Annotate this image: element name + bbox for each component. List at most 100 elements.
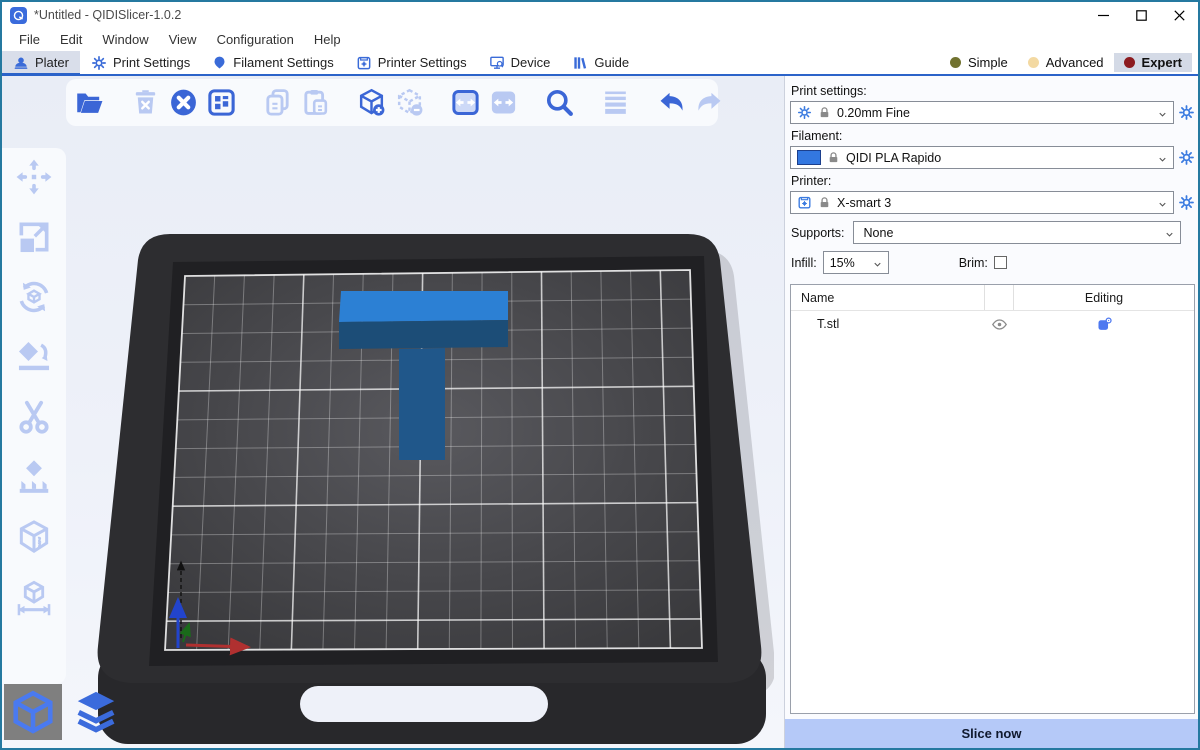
app-window: *Untitled - QIDISlicer-1.0.2 File Edit W… [0, 0, 1200, 750]
object-list: Name Editing T.stl [790, 284, 1195, 714]
brim-checkbox[interactable] [994, 256, 1007, 269]
seam-painting-button[interactable] [15, 518, 53, 556]
title-bar: *Untitled - QIDISlicer-1.0.2 [2, 2, 1198, 28]
3d-editor-view-button[interactable] [4, 684, 62, 740]
print-settings-value: 0.20mm Fine [837, 106, 910, 120]
preview-view-button[interactable] [67, 684, 125, 740]
close-button[interactable] [1160, 3, 1198, 27]
print-settings-gear-button[interactable] [1178, 104, 1195, 121]
filament-gear-button[interactable] [1178, 149, 1195, 166]
supports-combobox[interactable]: None [853, 221, 1181, 244]
tab-label: Printer Settings [378, 55, 467, 70]
tab-label: Device [511, 55, 551, 70]
move-button[interactable] [15, 158, 53, 196]
menu-bar: File Edit Window View Configuration Help [2, 28, 1198, 51]
simple-dot-icon [950, 57, 961, 68]
rotate-button[interactable] [15, 278, 53, 316]
printer-label: Printer: [791, 174, 1195, 188]
menu-window[interactable]: Window [93, 30, 157, 49]
right-panel: Print settings: 0.20mm Fine Filament: [784, 76, 1198, 748]
tab-print-settings[interactable]: Print Settings [80, 51, 201, 74]
tab-device[interactable]: Device [478, 51, 562, 74]
chevron-down-icon [1164, 229, 1175, 240]
add-instance-button[interactable] [356, 87, 387, 118]
tab-printer-settings[interactable]: Printer Settings [345, 51, 478, 74]
minimize-button[interactable] [1084, 3, 1122, 27]
object-name: T.stl [791, 317, 984, 331]
print-bed-scene [90, 228, 774, 746]
tab-plater[interactable]: Plater [2, 51, 80, 74]
app-logo-icon [10, 7, 27, 24]
3d-viewport[interactable] [2, 76, 784, 748]
delete-all-button[interactable] [168, 87, 199, 118]
menu-help[interactable]: Help [305, 30, 350, 49]
printer-icon [797, 195, 812, 210]
variable-layer-height-button[interactable] [600, 87, 631, 118]
brim-label: Brim: [959, 256, 988, 270]
tab-label: Guide [594, 55, 629, 70]
supports-value: None [860, 226, 894, 240]
search-button[interactable] [544, 87, 575, 118]
mode-expert[interactable]: Expert [1114, 53, 1192, 72]
tab-label: Filament Settings [233, 55, 333, 70]
cut-button[interactable] [15, 398, 53, 436]
place-on-face-button[interactable] [15, 338, 53, 376]
mode-advanced[interactable]: Advanced [1018, 53, 1114, 72]
print-settings-combobox[interactable]: 0.20mm Fine [790, 101, 1174, 124]
menu-edit[interactable]: Edit [51, 30, 91, 49]
arrange-button[interactable] [206, 87, 237, 118]
paste-button[interactable] [300, 87, 331, 118]
tab-bar: Plater Print Settings Filament Settings … [2, 51, 1198, 76]
column-visibility [984, 285, 1014, 310]
top-toolbar [66, 79, 718, 126]
tab-filament-settings[interactable]: Filament Settings [201, 51, 344, 74]
infill-value: 15% [830, 256, 855, 270]
mode-selector: Simple Advanced Expert [940, 51, 1198, 74]
tab-label: Plater [35, 55, 69, 70]
tab-label: Print Settings [113, 55, 190, 70]
chevron-down-icon [1157, 109, 1168, 120]
open-button[interactable] [74, 87, 105, 118]
lock-icon [818, 106, 831, 119]
view-toggles [4, 684, 125, 740]
filament-label: Filament: [791, 129, 1195, 143]
maximize-button[interactable] [1122, 3, 1160, 27]
slice-now-button[interactable]: Slice now [785, 719, 1198, 748]
measure-button[interactable] [15, 578, 53, 616]
tab-guide[interactable]: Guide [561, 51, 640, 74]
gear-icon [797, 105, 812, 120]
paint-supports-button[interactable] [15, 458, 53, 496]
chevron-down-icon [1157, 199, 1168, 210]
filament-combobox[interactable]: QIDI PLA Rapido [790, 146, 1174, 169]
filament-value: QIDI PLA Rapido [846, 151, 941, 165]
undo-button[interactable] [656, 87, 687, 118]
printer-gear-button[interactable] [1178, 194, 1195, 211]
column-name: Name [791, 291, 984, 305]
object-list-row[interactable]: T.stl [791, 311, 1194, 337]
chevron-down-icon [1157, 154, 1168, 165]
infill-combobox[interactable]: 15% [823, 251, 889, 274]
copy-button[interactable] [262, 87, 293, 118]
mode-simple[interactable]: Simple [940, 53, 1018, 72]
menu-file[interactable]: File [10, 30, 49, 49]
remove-instance-button[interactable] [394, 87, 425, 118]
advanced-dot-icon [1028, 57, 1039, 68]
left-toolbar [2, 148, 66, 684]
column-editing: Editing [1014, 291, 1194, 305]
bed-handle-slot [300, 686, 548, 722]
split-parts-button[interactable] [488, 87, 519, 118]
object-list-header: Name Editing [791, 285, 1194, 311]
edit-object-icon[interactable] [1096, 316, 1113, 333]
filament-color-swatch [797, 150, 821, 165]
redo-button[interactable] [694, 87, 725, 118]
menu-view[interactable]: View [160, 30, 206, 49]
print-settings-label: Print settings: [791, 84, 1195, 98]
infill-label: Infill: [791, 256, 817, 270]
window-title: *Untitled - QIDISlicer-1.0.2 [34, 8, 1084, 22]
printer-combobox[interactable]: X-smart 3 [790, 191, 1174, 214]
split-objects-button[interactable] [450, 87, 481, 118]
delete-button[interactable] [130, 87, 161, 118]
menu-configuration[interactable]: Configuration [208, 30, 303, 49]
scale-button[interactable] [15, 218, 53, 256]
eye-icon[interactable] [991, 316, 1008, 333]
